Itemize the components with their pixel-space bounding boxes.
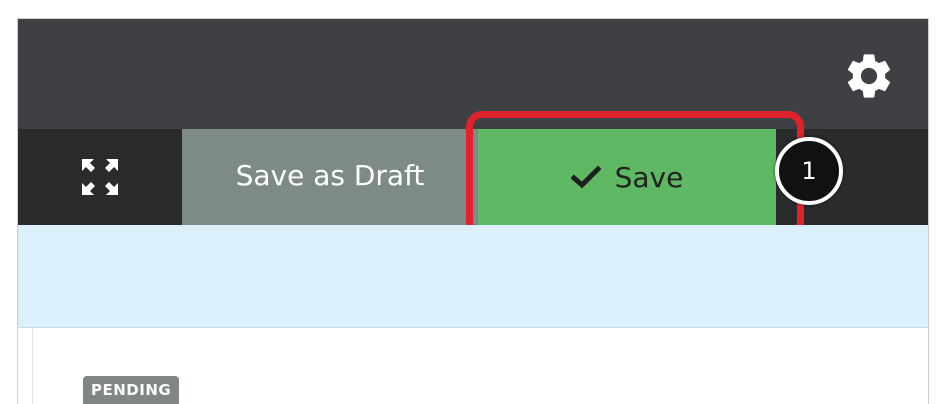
gear-icon[interactable] [840,49,898,103]
expand-arrows-icon [82,159,118,195]
checkmark-icon [570,165,601,189]
editor-window: Save as Draft Save 1 PENDING [17,18,929,404]
top-header-bar [18,19,928,129]
content-panel: PENDING [32,328,928,404]
save-button-label: Save [614,160,684,194]
info-bar [18,225,928,328]
save-button[interactable]: Save [478,129,776,225]
step-number-badge: 1 [775,137,843,205]
fullscreen-button[interactable] [18,129,182,225]
status-badge: PENDING [83,376,180,404]
save-as-draft-button[interactable]: Save as Draft [182,129,478,225]
